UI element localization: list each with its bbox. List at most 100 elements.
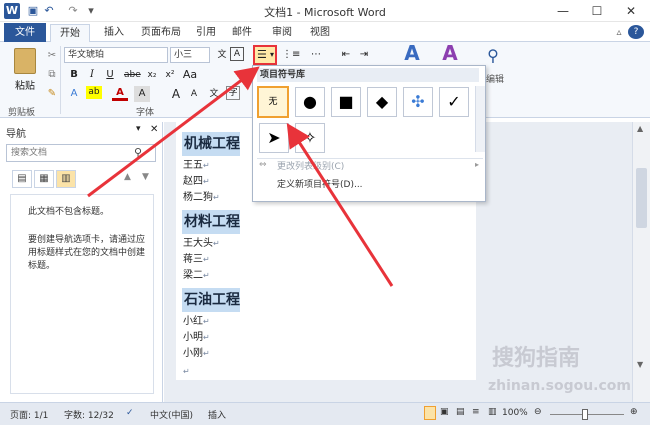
char-border-icon[interactable]: A — [230, 47, 244, 61]
subscript-button[interactable]: x₂ — [144, 67, 160, 83]
clear-format-icon[interactable]: 文 — [214, 47, 230, 63]
bullet-square-option[interactable]: ■ — [331, 87, 361, 117]
superscript-button[interactable]: x² — [162, 67, 178, 83]
scroll-up-icon[interactable]: ▲ — [637, 124, 643, 133]
zoom-level[interactable]: 100% — [502, 408, 528, 418]
search-icon[interactable]: ⚲ — [134, 146, 142, 159]
prev-result-icon[interactable]: ▲ — [124, 172, 131, 182]
strikethrough-button[interactable]: abe — [124, 67, 141, 83]
copy-icon[interactable]: ⧉ — [44, 67, 60, 83]
document-line-text: 蒋三 — [183, 254, 203, 265]
cut-icon[interactable]: ✂ — [44, 48, 60, 64]
bullet-sparkle-option[interactable]: ✧ — [295, 123, 325, 153]
web-layout-view-icon[interactable]: ▤ — [456, 407, 465, 417]
print-layout-view-icon[interactable] — [424, 406, 436, 420]
final-paragraph-mark: ↵ — [183, 367, 190, 376]
change-list-level-menu-item[interactable]: 更改列表级别(C) — [277, 160, 344, 174]
underline-button[interactable]: U — [102, 67, 118, 83]
scroll-thumb[interactable] — [636, 168, 647, 228]
document-line-text: 小刚 — [183, 348, 203, 359]
document-line[interactable]: 梁二↵ — [183, 268, 210, 284]
document-line[interactable]: 王五↵ — [183, 158, 210, 174]
bullet-circle-option[interactable]: ● — [295, 87, 325, 117]
define-new-bullet-menu-item[interactable]: 定义新项目符号(D)... — [277, 178, 363, 192]
help-icon[interactable]: ? — [628, 25, 644, 39]
bullet-star-option[interactable]: ✣ — [403, 87, 433, 117]
zoom-slider-thumb[interactable] — [582, 409, 588, 420]
char-shading-icon[interactable]: A — [134, 86, 150, 102]
bullet-check-option[interactable]: ✓ — [439, 87, 469, 117]
phonetic-guide-icon[interactable]: 文 — [206, 86, 222, 102]
document-heading[interactable]: 石油工程 — [182, 288, 240, 312]
numbering-icon[interactable]: ⋮≡ — [282, 47, 300, 63]
draft-view-icon[interactable]: ▥ — [488, 407, 497, 417]
bullet-arrow-option[interactable]: ➤ — [259, 123, 289, 153]
save-icon[interactable]: ▣ — [26, 4, 40, 18]
nav-tab-pages[interactable]: ▦ — [34, 170, 54, 188]
highlight-icon[interactable]: ab — [86, 86, 102, 99]
tab-page-layout[interactable]: 页面布局 — [136, 24, 186, 42]
nav-tab-headings[interactable]: ▤ — [12, 170, 32, 188]
tab-mailings[interactable]: 邮件 — [226, 24, 258, 42]
bullet-none-option[interactable]: 无 — [257, 86, 289, 118]
document-line[interactable]: 小刚↵ — [183, 346, 210, 362]
status-insert-mode[interactable]: 插入 — [208, 408, 226, 421]
tab-view[interactable]: 视图 — [304, 24, 336, 42]
nav-close-icon[interactable]: ✕ — [150, 124, 158, 135]
redo-icon[interactable]: ↷ — [66, 4, 80, 18]
tab-references[interactable]: 引用 — [190, 24, 222, 42]
tab-review[interactable]: 审阅 — [266, 24, 298, 42]
text-effect-icon[interactable]: A — [66, 86, 82, 102]
grow-font-button[interactable]: A — [168, 86, 184, 102]
document-line[interactable]: 杨二狗↵ — [183, 190, 220, 206]
quick-access-dropdown-icon[interactable]: ▾ — [84, 4, 98, 18]
tab-home[interactable]: 开始 — [50, 24, 90, 43]
aa-case-button[interactable]: Aa — [182, 67, 198, 83]
bullet-library-dropdown: 项目符号库 无 ● ■ ◆ ✣ ✓ ➤ ✧ ⇔ 更改列表级别(C) ▸ 定义新项… — [252, 65, 486, 202]
minimize-ribbon-icon[interactable]: ▵ — [612, 24, 626, 42]
status-page[interactable]: 页面: 1/1 — [10, 408, 48, 421]
document-line[interactable]: 赵四↵ — [183, 174, 210, 190]
outline-view-icon[interactable]: ≡ — [472, 407, 480, 417]
zoom-in-icon[interactable]: ⊕ — [630, 407, 638, 417]
tab-file[interactable]: 文件 — [4, 23, 46, 42]
paragraph-mark: ↵ — [203, 317, 210, 326]
multilevel-list-icon[interactable]: ⋯ — [308, 47, 324, 63]
tab-insert[interactable]: 插入 — [96, 24, 132, 42]
full-screen-view-icon[interactable]: ▣ — [440, 407, 449, 417]
decrease-indent-icon[interactable]: ⇤ — [338, 47, 354, 63]
font-color-icon[interactable]: A — [112, 86, 128, 101]
increase-indent-icon[interactable]: ⇥ — [356, 47, 372, 63]
document-heading[interactable]: 材料工程 — [182, 210, 240, 234]
document-line[interactable]: 小红↵ — [183, 314, 210, 330]
bullet-diamond-option[interactable]: ◆ — [367, 87, 397, 117]
vertical-scrollbar[interactable]: ▲ ▼ — [632, 122, 650, 402]
status-word-count[interactable]: 字数: 12/32 — [64, 408, 114, 421]
scroll-down-icon[interactable]: ▼ — [637, 360, 643, 369]
enclose-char-icon[interactable]: 字 — [226, 86, 240, 100]
minimize-button[interactable]: — — [546, 0, 580, 22]
next-result-icon[interactable]: ▼ — [142, 172, 149, 182]
font-size-box[interactable]: 小三 — [170, 47, 210, 63]
undo-icon[interactable]: ↶ — [42, 4, 56, 18]
bullets-button[interactable]: ☰ ▾ — [253, 45, 277, 65]
italic-button[interactable]: I — [84, 67, 100, 83]
gallery-scrollbar[interactable] — [475, 86, 485, 152]
zoom-out-icon[interactable]: ⊖ — [534, 407, 542, 417]
font-name-box[interactable]: 华文琥珀 — [64, 47, 168, 63]
document-line[interactable]: 蒋三↵ — [183, 252, 210, 268]
shrink-font-button[interactable]: A — [186, 86, 202, 102]
document-line[interactable]: 王大头↵ — [183, 236, 220, 252]
proofing-icon[interactable]: ✓ — [126, 408, 134, 418]
bold-button[interactable]: B — [66, 67, 82, 83]
document-line[interactable]: 小明↵ — [183, 330, 210, 346]
maximize-button[interactable]: ☐ — [580, 0, 614, 22]
nav-options-icon[interactable]: ▾ — [136, 124, 141, 134]
document-heading[interactable]: 机械工程 — [182, 132, 240, 156]
close-button[interactable]: ✕ — [614, 0, 648, 22]
status-language[interactable]: 中文(中国) — [150, 408, 193, 421]
format-painter-icon[interactable]: ✎ — [44, 86, 60, 102]
paste-button[interactable]: 粘贴 — [8, 46, 42, 102]
word-app-icon[interactable]: W — [4, 3, 20, 19]
nav-tab-results[interactable]: ▥ — [56, 170, 76, 188]
